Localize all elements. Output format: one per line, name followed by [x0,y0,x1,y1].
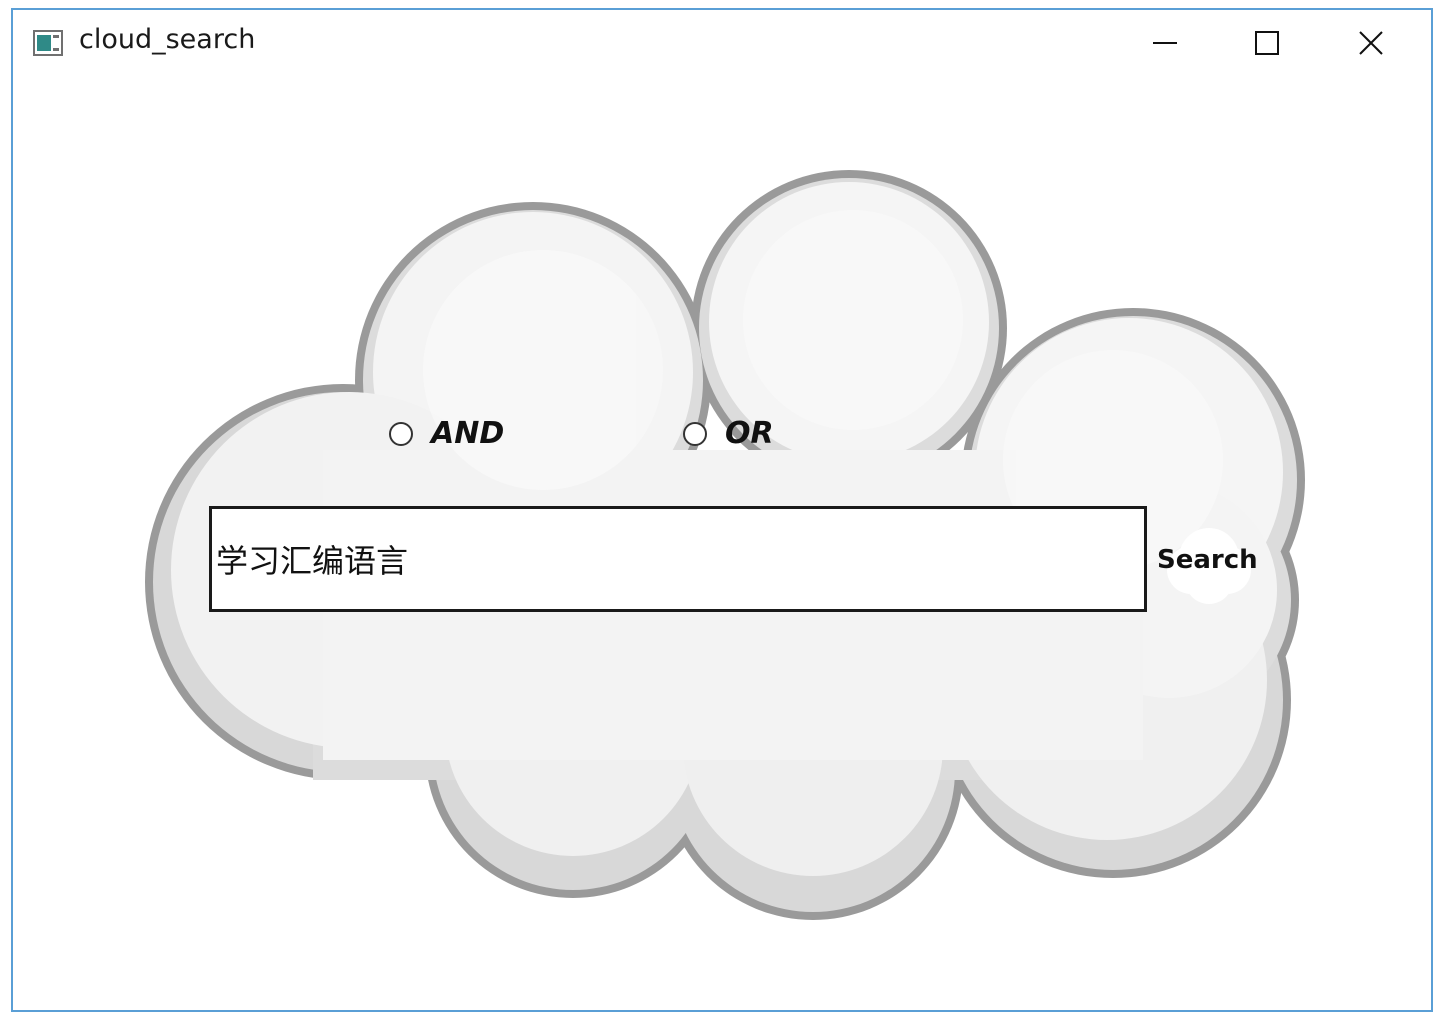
or-radio-button[interactable] [683,421,707,446]
or-radio-option[interactable]: OR [683,416,774,451]
and-radio-label: AND [431,416,505,451]
app-window: cloud_search AND OR Search [11,8,1433,1012]
maximize-icon [1255,31,1279,55]
search-input[interactable] [209,506,1147,612]
or-radio-label: OR [725,416,774,451]
window-title: cloud_search [79,24,256,55]
maximize-button[interactable] [1237,20,1297,66]
search-button[interactable]: Search [1157,538,1269,582]
close-button[interactable] [1341,20,1401,66]
and-radio-button[interactable] [389,421,413,446]
minimize-button[interactable] [1135,20,1195,66]
close-icon [1359,31,1383,55]
app-icon [33,30,63,56]
and-radio-option[interactable]: AND [389,416,504,451]
minimize-icon [1153,42,1177,44]
title-bar: cloud_search [13,10,1431,76]
